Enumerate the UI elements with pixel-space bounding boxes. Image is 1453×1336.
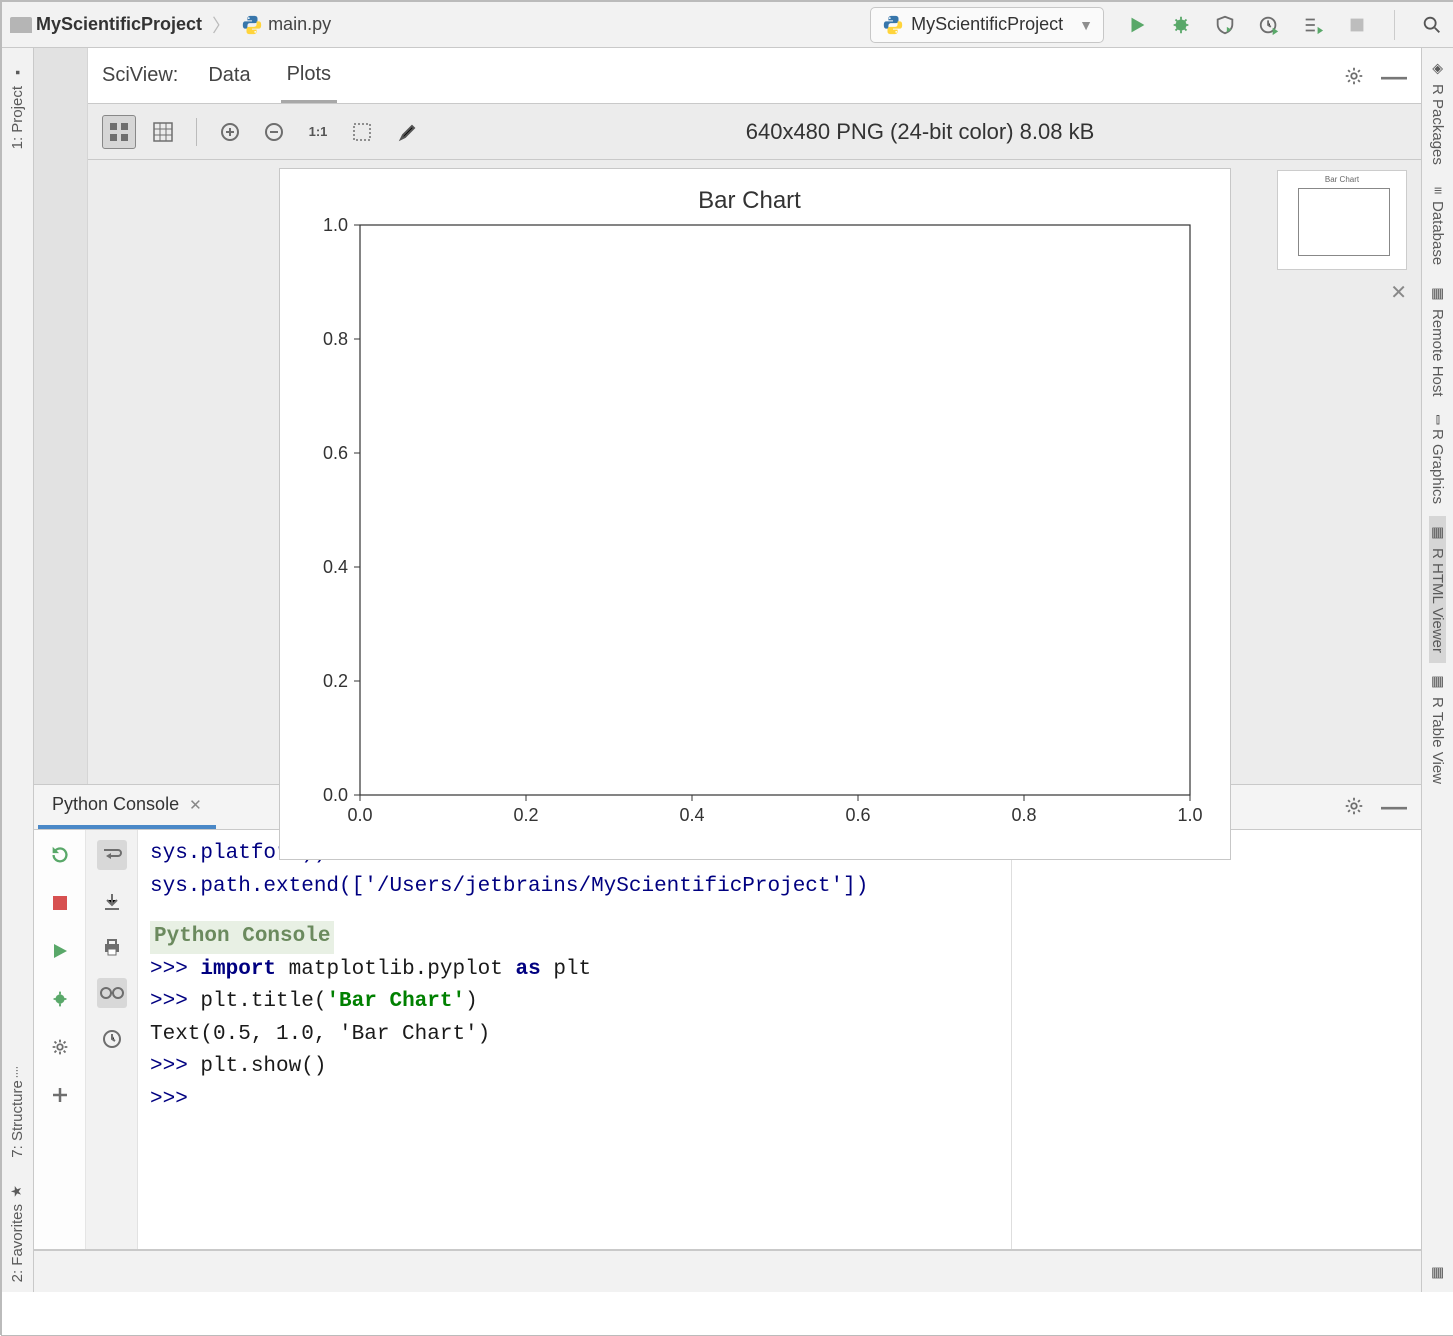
- run-anything-button[interactable]: [1300, 12, 1326, 38]
- actual-size-button[interactable]: 1:1: [301, 115, 335, 149]
- grid-icon: ▦: [1430, 1266, 1446, 1282]
- package-icon: ◈: [1430, 62, 1446, 78]
- grid-button[interactable]: [146, 115, 180, 149]
- console-run-gutter: [34, 830, 86, 1249]
- python-file-icon: [240, 13, 264, 37]
- color-picker-button[interactable]: [389, 115, 423, 149]
- fit-window-button[interactable]: [102, 115, 136, 149]
- chevron-down-icon: ▼: [1069, 17, 1093, 33]
- star-icon: ★: [10, 1182, 26, 1198]
- python-console: sys.platform)) sys.path.extend(['/Users/…: [34, 830, 1421, 1250]
- plot-area: Bar Chart 0.00.20.40.60.81.00.00.20.40.6…: [88, 160, 1421, 784]
- svg-text:0.2: 0.2: [513, 805, 538, 825]
- svg-text:0.8: 0.8: [1011, 805, 1036, 825]
- rerun-button[interactable]: [45, 840, 75, 870]
- svg-text:0.4: 0.4: [679, 805, 704, 825]
- tool-structure[interactable]: 7: Structure⦙: [9, 1061, 26, 1168]
- table-icon: ▦: [1430, 675, 1446, 691]
- tool-project[interactable]: 1: Project▪: [9, 54, 26, 159]
- tool-extra[interactable]: ▦: [1430, 1256, 1446, 1292]
- print-button[interactable]: [97, 932, 127, 962]
- plot-frame: Bar Chart 0.0 0.2 0.4 0.6 0.8 1.0 0.0 0.2 0.4 0.6…: [279, 168, 1231, 860]
- new-console-button[interactable]: [45, 1080, 75, 1110]
- project-name[interactable]: MyScientificProject: [36, 14, 202, 35]
- debug-button[interactable]: [1168, 12, 1194, 38]
- tool-database[interactable]: ≡Database: [1429, 177, 1446, 275]
- settings-button[interactable]: [1341, 63, 1367, 89]
- svg-text:0.0: 0.0: [322, 785, 347, 805]
- history-button[interactable]: [97, 1024, 127, 1054]
- minimize-button[interactable]: —: [1381, 71, 1407, 81]
- close-tab-icon[interactable]: ✕: [189, 796, 202, 814]
- right-tool-strip: ◈R Packages ≡Database ▦Remote Host ⫾R Gr…: [1421, 48, 1453, 1292]
- export-button[interactable]: [345, 115, 379, 149]
- variables-pane[interactable]: ▶ Special Variables: [1011, 830, 1421, 1249]
- toolbar-actions: [1110, 10, 1445, 40]
- structure-icon: ⦙: [16, 1065, 19, 1081]
- run-config-selector[interactable]: MyScientificProject ▼: [870, 7, 1104, 43]
- soft-wrap-button[interactable]: [97, 840, 127, 870]
- breadcrumb-sep: 〉: [206, 12, 236, 38]
- tool-remote-host[interactable]: ▦Remote Host: [1429, 277, 1446, 407]
- folder-icon: ▪: [10, 64, 26, 80]
- plot-svg: 0.0 0.2 0.4 0.6 0.8 1.0 0.0 0.2 0.4 0.6 0.8 1.0: [290, 215, 1210, 845]
- left-tool-strip: 1: Project▪ 7: Structure⦙ 2: Favorites★: [2, 48, 34, 1292]
- svg-text:0.6: 0.6: [845, 805, 870, 825]
- execute-button[interactable]: [45, 936, 75, 966]
- plot-title: Bar Chart: [290, 187, 1210, 215]
- plot-thumbnail[interactable]: Bar Chart: [1277, 170, 1407, 270]
- svg-text:0.6: 0.6: [322, 443, 347, 463]
- python-icon: [881, 13, 905, 37]
- sciview-title: SciView:: [102, 64, 178, 87]
- console-output[interactable]: sys.platform)) sys.path.extend(['/Users/…: [138, 830, 1011, 1249]
- top-toolbar: MyScientificProject 〉 main.py MyScientif…: [2, 2, 1453, 48]
- breadcrumb: MyScientificProject 〉 main.py: [10, 12, 331, 38]
- sciview-header: SciView: Data Plots —: [88, 48, 1421, 104]
- scroll-to-end-button[interactable]: [97, 886, 127, 916]
- close-thumbnail-button[interactable]: ✕: [1390, 280, 1407, 305]
- graphics-icon: ⫾: [1435, 413, 1439, 429]
- svg-text:1.0: 1.0: [1177, 805, 1202, 825]
- folder-icon: [10, 17, 32, 33]
- editor-gutter: [34, 48, 88, 784]
- plot-toolbar: 1:1 640x480 PNG (24-bit color) 8.08 kB: [88, 104, 1421, 160]
- status-bar: [34, 1250, 1421, 1292]
- debug-console-button[interactable]: [45, 984, 75, 1014]
- tool-r-html-viewer[interactable]: ▦R HTML Viewer: [1429, 516, 1446, 663]
- divider: [1394, 10, 1395, 40]
- tab-data[interactable]: Data: [202, 50, 256, 101]
- database-icon: ≡: [1433, 183, 1441, 199]
- show-vars-button[interactable]: [97, 978, 127, 1008]
- svg-text:0.0: 0.0: [347, 805, 372, 825]
- console-options-button[interactable]: [45, 1032, 75, 1062]
- svg-text:0.4: 0.4: [322, 557, 347, 577]
- console-minimize-button[interactable]: —: [1381, 801, 1407, 811]
- divider: [196, 118, 197, 146]
- tab-plots[interactable]: Plots: [281, 49, 337, 103]
- tool-r-graphics[interactable]: ⫾R Graphics: [1429, 409, 1446, 515]
- zoom-in-button[interactable]: [213, 115, 247, 149]
- svg-text:0.2: 0.2: [322, 671, 347, 691]
- console-settings-button[interactable]: [1341, 793, 1367, 819]
- tool-r-table-view[interactable]: ▦R Table View: [1429, 665, 1446, 794]
- svg-text:0.8: 0.8: [322, 329, 347, 349]
- svg-text:1.0: 1.0: [322, 215, 347, 235]
- profile-button[interactable]: [1256, 12, 1282, 38]
- search-button[interactable]: [1419, 12, 1445, 38]
- file-name[interactable]: main.py: [268, 14, 331, 35]
- console-view-gutter: [86, 830, 138, 1249]
- tab-label: Python Console: [52, 794, 179, 815]
- html-icon: ▦: [1430, 526, 1446, 542]
- stop-button[interactable]: [1344, 12, 1370, 38]
- coverage-button[interactable]: [1212, 12, 1238, 38]
- tab-python-console[interactable]: Python Console ✕: [38, 786, 216, 829]
- run-button[interactable]: [1124, 12, 1150, 38]
- host-icon: ▦: [1430, 287, 1446, 303]
- image-info: 640x480 PNG (24-bit color) 8.08 kB: [433, 119, 1407, 145]
- stop-console-button[interactable]: [45, 888, 75, 918]
- tool-favorites[interactable]: 2: Favorites★: [9, 1172, 26, 1292]
- zoom-out-button[interactable]: [257, 115, 291, 149]
- run-config-label: MyScientificProject: [911, 14, 1063, 35]
- tool-r-packages[interactable]: ◈R Packages: [1429, 52, 1446, 175]
